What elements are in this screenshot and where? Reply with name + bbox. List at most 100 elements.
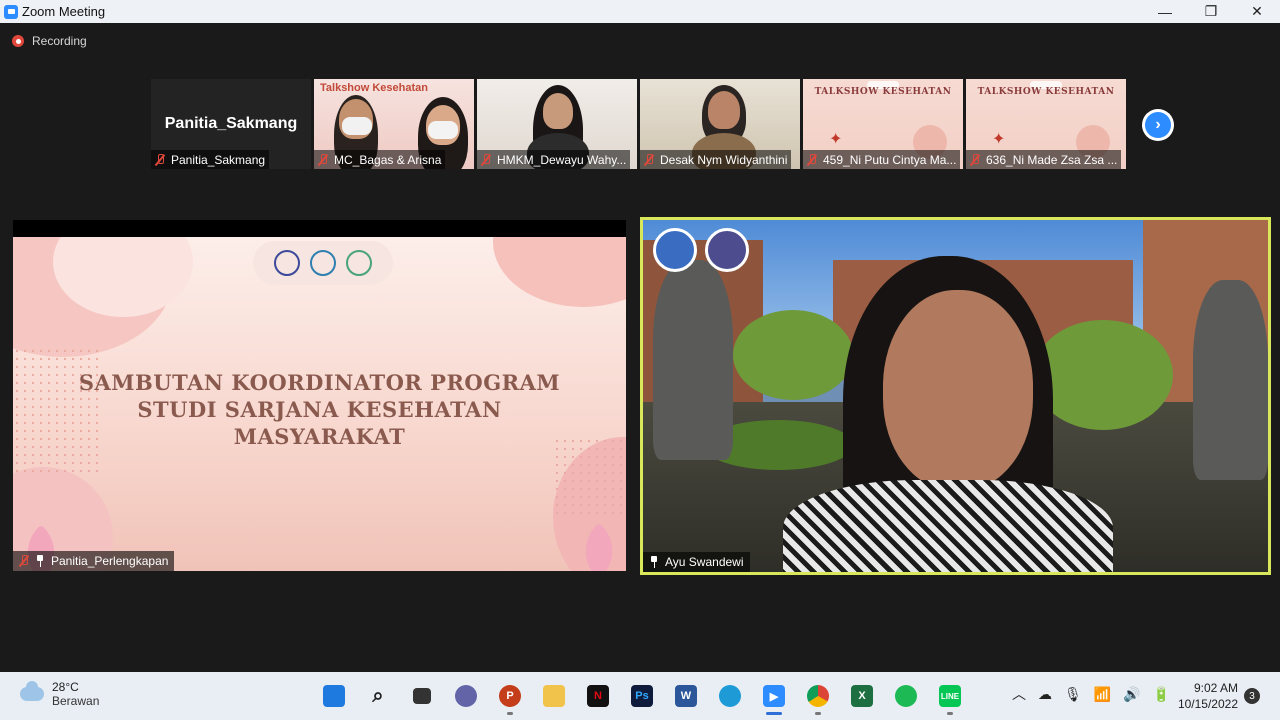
university-logo bbox=[274, 250, 300, 276]
participant-name: Panitia_Perlengkapan bbox=[51, 554, 169, 568]
excel-icon: X bbox=[851, 685, 873, 707]
task-view-icon bbox=[413, 688, 431, 704]
clock-time: 9:02 AM bbox=[1193, 681, 1238, 695]
chevron-right-icon: › bbox=[1145, 112, 1171, 138]
running-indicator bbox=[815, 712, 821, 715]
sparkle-icon: ✦ bbox=[829, 131, 843, 148]
windows-logo-icon bbox=[323, 685, 345, 707]
mic-muted-icon bbox=[807, 153, 817, 166]
participant-video-mask bbox=[342, 117, 372, 135]
onedrive-cloud-icon[interactable]: ☁ bbox=[1038, 686, 1052, 703]
participant-name: 636_Ni Made Zsa Zsa ... bbox=[986, 152, 1118, 167]
chevron-up-icon[interactable]: ︿ bbox=[1012, 684, 1026, 704]
task-view-button[interactable] bbox=[406, 680, 438, 712]
participant-name-tag: Desak Nym Widyanthini bbox=[640, 150, 792, 169]
start-button[interactable] bbox=[318, 680, 350, 712]
participant-name: Ayu Swandewi bbox=[665, 555, 744, 569]
mic-muted-icon bbox=[19, 555, 29, 567]
spotify-button[interactable] bbox=[890, 680, 922, 712]
powerpoint-button[interactable]: P bbox=[494, 680, 526, 715]
powerpoint-icon: P bbox=[499, 685, 521, 707]
battery-icon[interactable]: 🔋 bbox=[1153, 686, 1170, 703]
search-button[interactable]: ⌕ bbox=[362, 680, 394, 712]
participant-name: 459_Ni Putu Cintya Ma... bbox=[823, 152, 957, 167]
recording-indicator[interactable]: Recording bbox=[12, 34, 87, 48]
minimize-button[interactable]: — bbox=[1142, 0, 1188, 23]
participant-name-tag: Panitia_Perlengkapan bbox=[13, 551, 175, 571]
mic-muted-icon bbox=[644, 153, 654, 166]
video-background-statue bbox=[1193, 280, 1268, 480]
system-tray: ︿ ☁ 🎙 📶 🔊 🔋 bbox=[1012, 684, 1170, 704]
edge-icon bbox=[719, 685, 741, 707]
participant-name-tag: 636_Ni Made Zsa Zsa ... bbox=[966, 150, 1122, 169]
participant-strip: Panitia_Sakmang Panitia_Sakmang Talkshow… bbox=[151, 79, 1126, 169]
wifi-icon[interactable]: 📶 bbox=[1094, 686, 1111, 703]
restore-button[interactable]: ❐ bbox=[1188, 0, 1234, 23]
next-page-button[interactable]: › bbox=[1142, 109, 1174, 141]
running-indicator bbox=[766, 712, 782, 715]
faculty-logo bbox=[310, 250, 336, 276]
participant-video-mask bbox=[428, 121, 458, 139]
slide-title: SAMBUTAN KOORDINATOR PROGRAM STUDI SARJA… bbox=[13, 369, 626, 450]
slide-title-line: STUDI SARJANA KESEHATAN bbox=[137, 397, 502, 422]
active-speaker-video[interactable]: Ayu Swandewi bbox=[640, 217, 1271, 575]
participant-name: Desak Nym Widyanthini bbox=[660, 152, 788, 167]
chrome-icon bbox=[807, 685, 829, 707]
participant-name: MC_Bagas & Arisna bbox=[334, 152, 442, 167]
university-logo bbox=[705, 228, 749, 272]
participant-name: Panitia_Sakmang bbox=[171, 152, 266, 167]
participant-name-tag: Ayu Swandewi bbox=[643, 552, 750, 572]
mic-muted-icon bbox=[481, 153, 491, 166]
taskbar-apps: ⌕ P N Ps W ▶ X LINE bbox=[318, 680, 966, 715]
word-button[interactable]: W bbox=[670, 680, 702, 712]
close-button[interactable]: ✕ bbox=[1234, 0, 1280, 23]
slide-title-line: SAMBUTAN KOORDINATOR PROGRAM bbox=[78, 370, 561, 395]
zoom-app-icon bbox=[4, 4, 18, 19]
weather-widget[interactable]: 28°C Berawan bbox=[20, 680, 99, 708]
microphone-icon[interactable]: 🎙 bbox=[1064, 686, 1082, 703]
participant-name: HMKM_Dewayu Wahy... bbox=[497, 152, 627, 167]
pin-icon bbox=[649, 556, 659, 568]
line-icon: LINE bbox=[939, 685, 961, 707]
volume-icon[interactable]: 🔊 bbox=[1123, 686, 1140, 703]
participant-tile[interactable]: HMKM_Dewayu Wahy... bbox=[477, 79, 637, 169]
file-explorer-button[interactable] bbox=[538, 680, 570, 712]
cloud-icon bbox=[20, 681, 44, 701]
zoom-icon: ▶ bbox=[763, 685, 785, 707]
participant-name-tag: 459_Ni Putu Cintya Ma... bbox=[803, 150, 961, 169]
participant-tile[interactable]: TALKSHOW KESEHATAN ✦ 459_Ni Putu Cintya … bbox=[803, 79, 963, 169]
netflix-button[interactable]: N bbox=[582, 680, 614, 712]
mic-muted-icon bbox=[155, 153, 165, 166]
mic-muted-icon bbox=[970, 153, 980, 166]
window-title: Zoom Meeting bbox=[22, 4, 106, 19]
excel-button[interactable]: X bbox=[846, 680, 878, 712]
clock-date: 10/15/2022 bbox=[1177, 697, 1238, 711]
spotify-icon bbox=[895, 685, 917, 707]
participant-tile[interactable]: Talkshow Kesehatan MC_Bagas & Arisna bbox=[314, 79, 474, 169]
system-clock[interactable]: 9:02 AM 10/15/2022 bbox=[1176, 680, 1238, 712]
participant-tile[interactable]: TALKSHOW KESEHATAN ✦ 636_Ni Made Zsa Zsa… bbox=[966, 79, 1126, 169]
mic-muted-icon bbox=[318, 153, 328, 166]
chat-icon bbox=[455, 685, 477, 707]
tile-header-text: TALKSHOW KESEHATAN bbox=[977, 87, 1115, 97]
chrome-button[interactable] bbox=[802, 680, 834, 715]
speaker-face bbox=[883, 290, 1033, 490]
video-background-statue bbox=[653, 260, 733, 460]
zoom-button[interactable]: ▶ bbox=[758, 680, 790, 715]
edge-button[interactable] bbox=[714, 680, 746, 712]
video-background-tree bbox=[1033, 320, 1173, 430]
participant-tile[interactable]: Panitia_Sakmang Panitia_Sakmang bbox=[151, 79, 311, 169]
teams-chat-button[interactable] bbox=[450, 680, 482, 712]
line-button[interactable]: LINE bbox=[934, 680, 966, 715]
speaker-shirt bbox=[783, 480, 1113, 572]
weather-temperature: 28°C bbox=[52, 680, 79, 694]
weather-condition: Berawan bbox=[52, 694, 100, 708]
photoshop-button[interactable]: Ps bbox=[626, 680, 658, 712]
windows-taskbar: 28°C Berawan ⌕ P N Ps W ▶ X LINE ︿ ☁ 🎙 📶… bbox=[0, 672, 1280, 720]
title-bar: Zoom Meeting — ❐ ✕ bbox=[0, 0, 1280, 23]
folder-icon bbox=[543, 685, 565, 707]
participant-tile[interactable]: Desak Nym Widyanthini bbox=[640, 79, 800, 169]
shared-slide-video[interactable]: SAMBUTAN KOORDINATOR PROGRAM STUDI SARJA… bbox=[13, 220, 626, 571]
notification-badge[interactable]: 3 bbox=[1244, 688, 1260, 704]
video-background-tree bbox=[733, 310, 853, 400]
